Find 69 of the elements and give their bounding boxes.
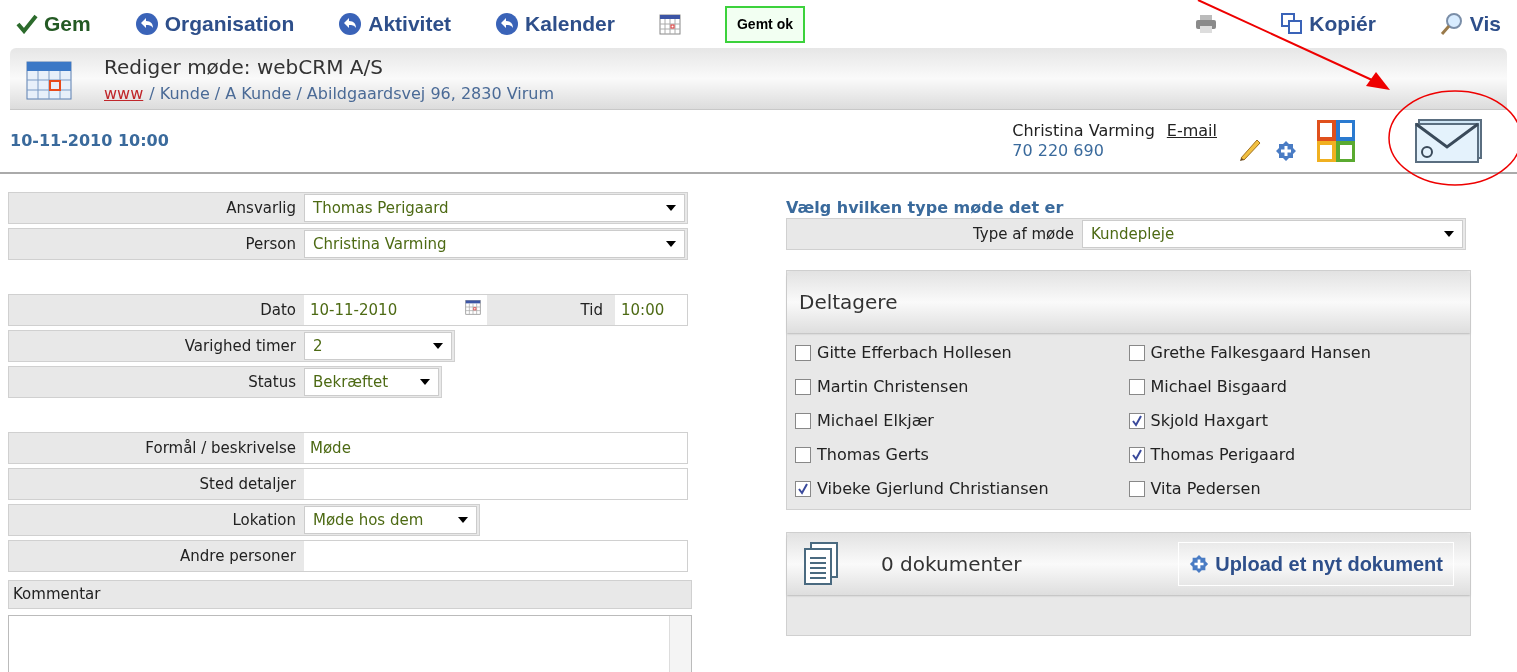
view-button[interactable]: Vis [1439, 8, 1501, 40]
contact-phone: 70 220 690 [1012, 141, 1105, 161]
dropdown-caret-icon [666, 205, 676, 211]
participant-name: Vibeke Gjerlund Christiansen [817, 478, 1049, 500]
participant-name: Skjold Haxgart [1150, 410, 1268, 432]
participant-name: Thomas Gerts [817, 444, 929, 466]
email-link[interactable]: E-mail [1166, 121, 1217, 141]
calendar-button[interactable] [658, 13, 681, 35]
dropdown[interactable]: Kundepleje [1082, 220, 1463, 248]
panel-title: Deltagere [799, 289, 898, 316]
calendar-icon [658, 13, 681, 35]
dropdown-caret-icon [666, 241, 676, 247]
print-button[interactable] [1195, 14, 1218, 34]
participant-name: Michael Bisgaard [1150, 376, 1287, 398]
breadcrumb-link[interactable]: www [104, 81, 144, 106]
meeting-datetime: 10-11-2010 10:00 [10, 130, 169, 152]
participant-name: Thomas Perigaard [1150, 444, 1296, 466]
copy-icon [1281, 13, 1304, 35]
scrollbar[interactable] [669, 615, 691, 672]
documents-count: 0 dokumenter [881, 551, 1022, 578]
contact-name: Christina Varming [1012, 121, 1155, 141]
printer-icon [1195, 14, 1218, 34]
checkbox[interactable] [795, 481, 811, 497]
checkmark-icon [16, 14, 38, 34]
participant-name: Gitte Efferbach Hollesen [817, 342, 1012, 364]
checkmark-icon [1130, 449, 1143, 461]
search-icon [1439, 12, 1464, 36]
breadcrumb-path: / Kunde / A Kunde / Abildgaardsvej 96, 2830 Virum [149, 82, 555, 105]
page-title: Rediger møde: webCRM A/S [104, 53, 384, 81]
copy-button[interactable]: Kopiér [1281, 8, 1376, 40]
participant-name: Martin Christensen [817, 376, 969, 398]
dropdown[interactable]: Christina Varming [304, 230, 685, 258]
checkmark-icon [1130, 415, 1143, 427]
comment-label: Kommentar [8, 580, 692, 609]
checkbox[interactable] [1128, 345, 1145, 361]
back-link[interactable]: Organisation [134, 8, 295, 40]
checkbox[interactable] [795, 447, 811, 463]
dropdown-caret-icon [1444, 231, 1454, 237]
dropdown-caret-icon [433, 343, 443, 349]
section-heading: Vælg hvilken type møde det er [786, 198, 1065, 218]
dropdown-caret-icon [458, 517, 468, 523]
checkbox[interactable] [795, 413, 811, 429]
comment-textarea[interactable] [8, 614, 692, 672]
back-link[interactable]: Aktivitet [338, 8, 452, 40]
add-icon [1189, 554, 1210, 574]
checkbox[interactable] [1128, 447, 1145, 463]
save-button[interactable]: Gem [16, 8, 91, 40]
dropdown[interactable]: Thomas Perigaard [304, 194, 685, 222]
documents-icon [803, 542, 839, 586]
dropdown[interactable]: Møde hos dem [304, 506, 477, 534]
field-label: Type af møde [972, 223, 1075, 245]
checkbox[interactable] [1128, 481, 1145, 497]
saved-status: Gemt ok [724, 5, 805, 43]
participant-name: Michael Elkjær [817, 410, 934, 432]
participant-name: Grethe Falkesgaard Hansen [1150, 342, 1371, 364]
dropdown[interactable]: 2 [304, 332, 452, 360]
participant-name: Vita Pedersen [1150, 478, 1261, 500]
checkmark-icon [797, 483, 809, 495]
add-icon [1275, 140, 1297, 162]
upload-button[interactable]: Upload et nyt dokument [1178, 542, 1454, 586]
checkbox[interactable] [1128, 413, 1145, 429]
dropdown[interactable]: Bekræftet [304, 368, 439, 396]
back-link[interactable]: Kalender [495, 8, 615, 40]
office-icon [1317, 120, 1355, 162]
email-icon[interactable] [1415, 119, 1483, 163]
dropdown-caret-icon [420, 379, 430, 385]
checkbox[interactable] [1128, 379, 1145, 395]
checkbox[interactable] [795, 345, 811, 361]
checkbox[interactable] [795, 379, 811, 395]
